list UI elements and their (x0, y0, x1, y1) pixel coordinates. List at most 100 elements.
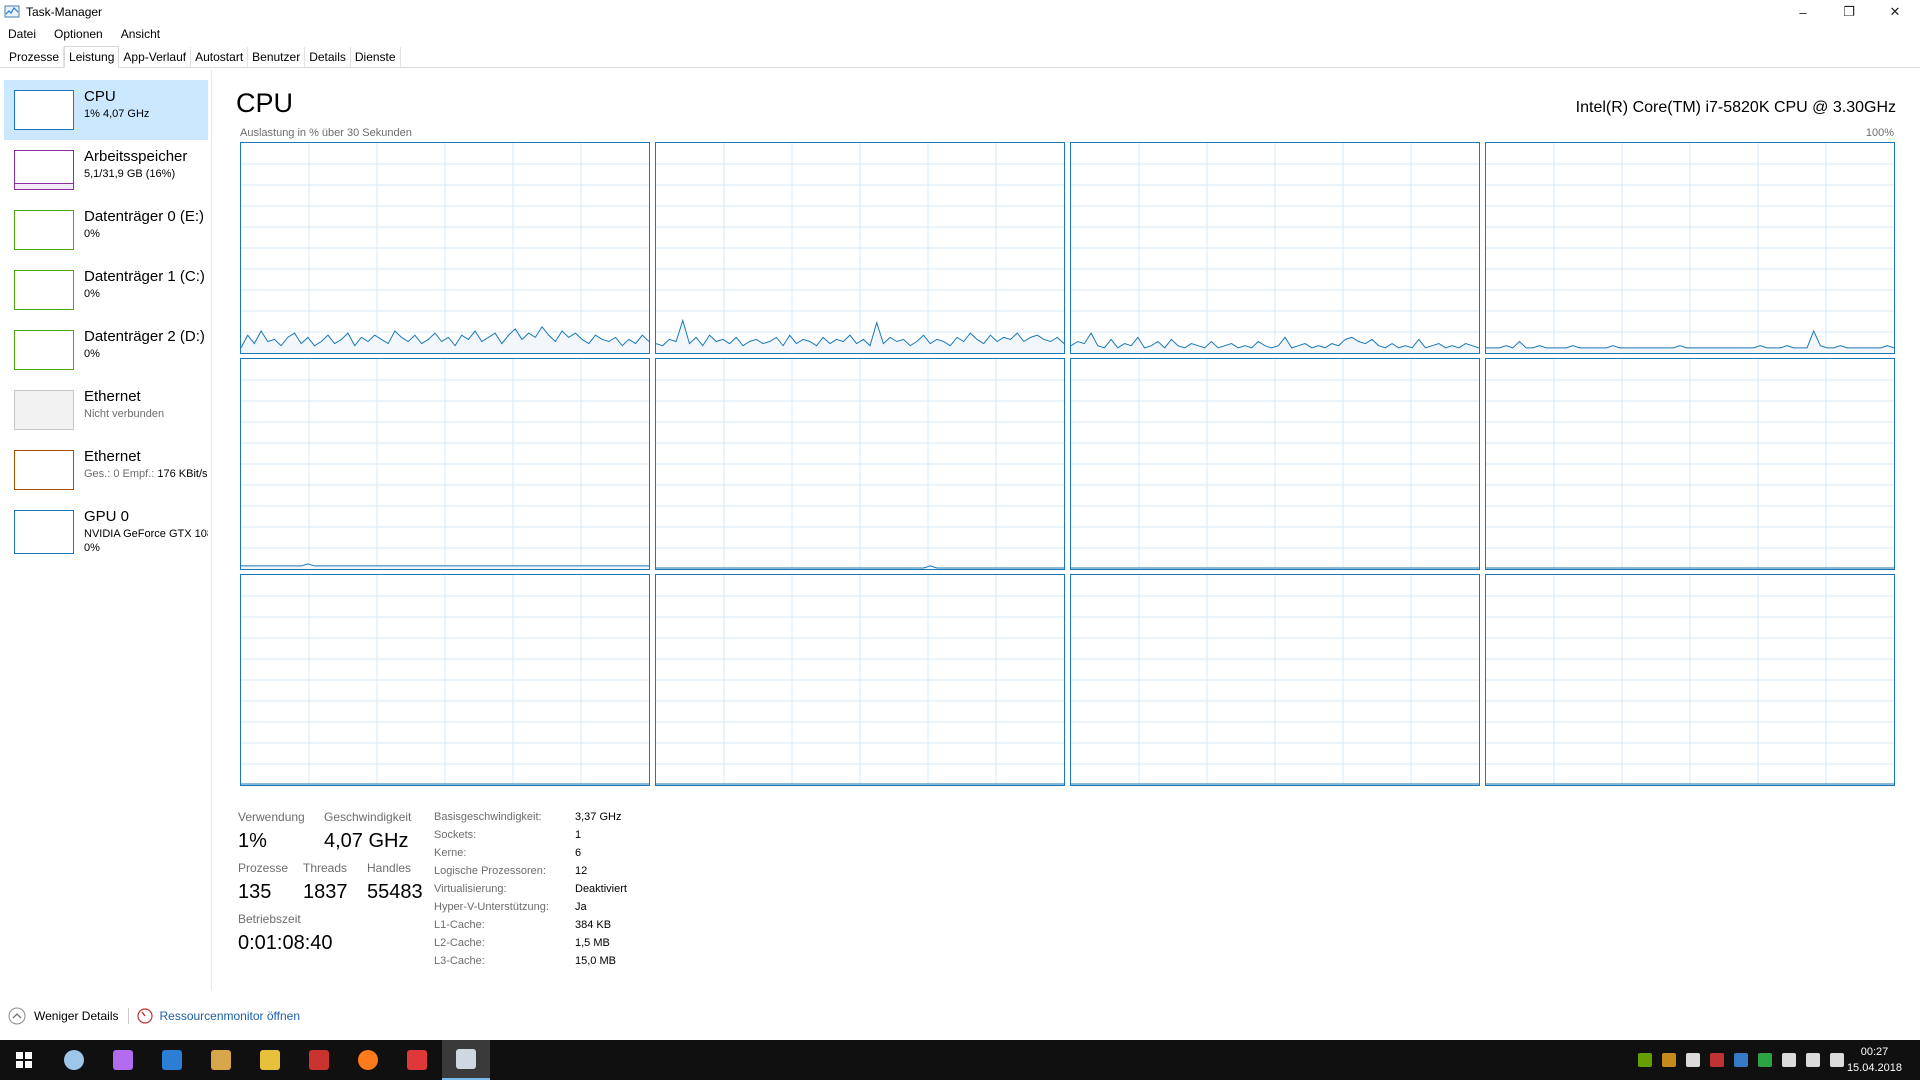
chevron-up-icon[interactable] (8, 1007, 26, 1025)
cpu-core-graph (1485, 358, 1895, 570)
verwendung-value: 1% (238, 830, 267, 852)
info-key: L3-Cache: (434, 955, 485, 967)
taskbar-button[interactable] (50, 1040, 98, 1080)
ethernet-sub-prefix: Ges.: 0 Empf.: (84, 468, 158, 480)
performance-sidebar: CPU 1% 4,07 GHz Arbeitsspeicher 5,1/31,9… (0, 70, 212, 990)
sidebar-item-cpu[interactable]: CPU 1% 4,07 GHz (4, 80, 208, 140)
cpu-core-graphs (240, 142, 1896, 786)
minimize-button[interactable]: – (1780, 0, 1826, 24)
sidebar-item-subtitle: Ges.: 0 Empf.: 176 KBit/s (84, 468, 208, 480)
menu-optionen[interactable]: Optionen (49, 27, 108, 41)
title-bar: Task-Manager (0, 0, 1920, 24)
ethernet-thumbnail (14, 390, 74, 430)
disk-2-thumbnail (14, 330, 74, 370)
tab-benutzer[interactable]: Benutzer (248, 47, 306, 67)
network-icon[interactable] (1806, 1053, 1820, 1067)
info-key: L1-Cache: (434, 919, 485, 931)
bluetooth-icon[interactable] (1734, 1053, 1748, 1067)
sidebar-item-memory[interactable]: Arbeitsspeicher 5,1/31,9 GB (16%) (4, 140, 208, 200)
tab-leistung[interactable]: Leistung (64, 46, 120, 68)
antivirus-icon[interactable] (1710, 1053, 1724, 1067)
firefox-icon (358, 1050, 378, 1070)
less-details-link[interactable]: Weniger Details (34, 1009, 118, 1023)
cpu-thumbnail (14, 90, 74, 130)
info-key: Virtualisierung: (434, 883, 507, 895)
restore-button[interactable]: ❐ (1826, 0, 1872, 24)
cpu-core-graph (240, 358, 650, 570)
nvidia-icon[interactable] (1638, 1053, 1652, 1067)
resource-monitor-icon (137, 1008, 154, 1024)
cpu-core-graph (1070, 574, 1480, 786)
betriebszeit-label: Betriebszeit (238, 912, 301, 926)
cpu-core-graph (1485, 142, 1895, 354)
cpu-core-graph (655, 574, 1065, 786)
vivaldi-icon (407, 1050, 427, 1070)
tab-details[interactable]: Details (305, 47, 351, 67)
cpu-core-graph (1485, 574, 1895, 786)
betriebszeit-value: 0:01:08:40 (238, 932, 333, 954)
info-value: 3,37 GHz (575, 811, 622, 823)
menu-datei[interactable]: Datei (3, 27, 41, 41)
taskbar-button[interactable] (442, 1040, 490, 1080)
taskbar-button[interactable] (99, 1040, 147, 1080)
info-value: 1,5 MB (575, 937, 610, 949)
app-orange-icon (211, 1050, 231, 1070)
start-button[interactable] (0, 1040, 48, 1080)
ethernet-thumbnail (14, 450, 74, 490)
sidebar-item-ethernet[interactable]: Ethernet Ges.: 0 Empf.: 176 KBit/s (4, 440, 208, 500)
tab-app-verlauf[interactable]: App-Verlauf (119, 47, 192, 67)
gpu-thumbnail (14, 510, 74, 554)
sidebar-item-disk-0[interactable]: Datenträger 0 (E:) 0% (4, 200, 208, 260)
tab-autostart[interactable]: Autostart (191, 47, 249, 67)
threads-value: 1837 (303, 881, 348, 903)
info-key: Logische Prozessoren: (434, 865, 546, 877)
flag-icon[interactable] (1662, 1053, 1676, 1067)
utilization-max: 100% (1865, 127, 1894, 139)
info-key: Sockets: (434, 829, 477, 841)
usb-icon[interactable] (1782, 1053, 1796, 1067)
sidebar-item-title: Arbeitsspeicher (84, 148, 188, 165)
cpu-core-graph (240, 142, 650, 354)
sidebar-item-title: Datenträger 0 (E:) (84, 208, 205, 225)
taskbar-button[interactable] (393, 1040, 441, 1080)
clock-date: 15.04.2018 (1846, 1062, 1902, 1074)
sidebar-item-disk-1[interactable]: Datenträger 1 (C:) 0% (4, 260, 208, 320)
tab-dienste[interactable]: Dienste (351, 47, 401, 67)
sidebar-item-ethernet-disconnected[interactable]: Ethernet Nicht verbunden (4, 380, 208, 440)
close-button[interactable]: ✕ (1872, 0, 1918, 24)
disk-0-thumbnail (14, 210, 74, 250)
window-tray-icon[interactable] (1686, 1053, 1700, 1067)
cpu-core-graph (240, 574, 650, 786)
info-value: 15,0 MB (575, 955, 616, 967)
volume-icon[interactable] (1830, 1053, 1844, 1067)
sidebar-item-disk-2[interactable]: Datenträger 2 (D:) 0% (4, 320, 208, 380)
taskbar-button[interactable] (246, 1040, 294, 1080)
cpu-core-graph (655, 142, 1065, 354)
app-leaf-icon (260, 1050, 280, 1070)
resource-monitor-link[interactable]: Ressourcenmonitor öffnen (159, 1009, 300, 1023)
taskbar: 00:27 15.04.2018 (0, 1040, 1920, 1080)
info-value: Deaktiviert (575, 883, 627, 895)
taskbar-button[interactable] (344, 1040, 392, 1080)
sidebar-item-gpu-0[interactable]: GPU 0 NVIDIA GeForce GTX 1080 0% (4, 500, 208, 566)
info-value: 384 KB (575, 919, 612, 931)
sidebar-item-title: CPU (84, 88, 116, 105)
verwendung-label: Verwendung (238, 810, 305, 824)
sidebar-item-subtitle: 5,1/31,9 GB (16%) (84, 168, 176, 180)
menu-ansicht[interactable]: Ansicht (116, 27, 165, 41)
taskbar-button[interactable] (295, 1040, 343, 1080)
info-key: Hyper-V-Unterstützung: (434, 901, 549, 913)
info-value: 12 (575, 865, 588, 877)
info-key: L2-Cache: (434, 937, 485, 949)
clock[interactable]: 00:27 15.04.2018 (1847, 1044, 1902, 1076)
memory-thumbnail (14, 150, 74, 190)
taskbar-button[interactable] (197, 1040, 245, 1080)
sidebar-item-title: Datenträger 2 (D:) (84, 328, 205, 345)
cpu-core-graph (655, 358, 1065, 570)
handles-value: 55483 (367, 881, 423, 903)
taskbar-button[interactable] (148, 1040, 196, 1080)
shield-green-icon[interactable] (1758, 1053, 1772, 1067)
info-key: Kerne: (434, 847, 467, 859)
cpu-core-graph (1070, 358, 1480, 570)
tab-prozesse[interactable]: Prozesse (5, 47, 65, 67)
